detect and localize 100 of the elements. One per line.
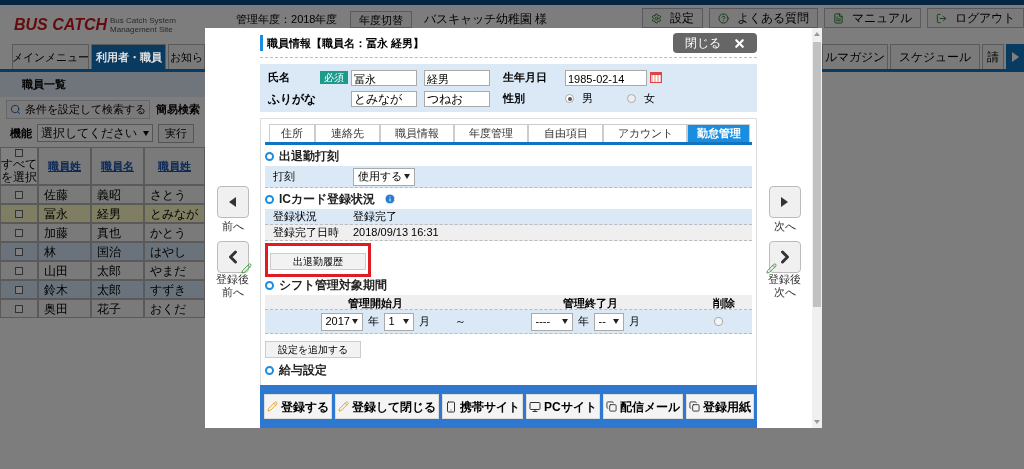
button-caption: 次へ [773,219,796,234]
field-value: 登録完了 [353,209,397,225]
field-label: 性別 [503,91,526,107]
month-select[interactable]: 1 [383,312,414,331]
tab[interactable]: 勤怠管理 [687,124,750,142]
stamp-select[interactable]: 使用する [353,167,415,186]
radio-label: 男 [582,91,593,107]
year-select[interactable]: ---- [530,312,573,331]
table-cell: 林 [38,242,91,261]
radio-button[interactable] [627,94,636,103]
dropdown-arrow-icon [561,319,568,324]
nav-tab[interactable]: メインメニュー [12,44,90,69]
function-label: 機能 [10,125,32,141]
next-button[interactable] [768,186,801,218]
footer-button[interactable]: 登録して閉じる [335,394,439,419]
close-icon [732,36,746,50]
checkbox[interactable] [15,247,23,256]
tab[interactable]: 住所 [269,124,315,142]
logo-subtitle: Bus Catch System Management Site [110,16,176,34]
table-cell: 奥田 [38,299,91,318]
header-button[interactable]: ログアウト [927,8,1024,28]
tab[interactable]: 連絡先 [315,124,380,142]
add-setting-button[interactable]: 設定を追加する [265,341,361,358]
organization-name: バスキャッチ幼稚園 様 [423,11,547,28]
logout-icon [936,12,947,24]
scrollbar-thumb[interactable] [813,42,821,307]
dropdown-arrow-icon [143,130,149,136]
table-cell: 加藤 [38,223,91,242]
phone-icon [445,400,457,413]
header-button[interactable]: よくある質問 [709,8,818,28]
footer-button[interactable]: 携帯サイト [442,394,523,419]
required-badge: 必須 [320,71,348,84]
footer-button[interactable]: 配信メール [602,394,683,419]
field-label: 氏名 [268,70,291,86]
function-select[interactable]: 選択してください [37,124,153,142]
checkbox[interactable] [15,228,23,237]
footer-button[interactable]: 登録用紙 [685,394,754,419]
section-title: ICカード登録状況 [279,191,375,208]
checkbox[interactable] [15,209,23,218]
input-field[interactable]: とみなが [351,90,417,107]
tab[interactable]: アカウント [603,124,687,142]
table-cell: 佐藤 [38,185,91,204]
quick-search-label: 簡易検索 [156,101,200,117]
section-title: シフト管理対象期間 [279,277,387,294]
footer-button[interactable]: PCサイト [526,394,600,419]
search-icon [10,103,21,115]
input-field[interactable]: つねお [424,90,490,107]
month-select[interactable]: -- [593,312,624,331]
pencil-icon [267,401,278,412]
nav-tab[interactable]: 請 [982,44,1004,69]
header-button[interactable]: マニュアル [824,8,921,28]
column-header: 管理開始月 [346,296,404,311]
close-button[interactable]: 閉じる [673,33,757,53]
footer-button[interactable]: 登録する [264,394,332,419]
table-cell: 経男 [91,204,144,223]
input-field[interactable]: 冨永 [351,69,417,86]
pencil-icon [240,262,252,274]
nav-tab[interactable]: 利用者・職員 [91,44,167,69]
dropdown-arrow-icon [402,319,409,324]
save-next-button[interactable] [768,240,801,273]
table-cell: 冨永 [38,204,91,223]
input-field[interactable]: 経男 [424,69,490,86]
table-cell: 鈴木 [38,280,91,299]
year-switch-button[interactable]: 年度切替 [349,10,412,28]
run-button[interactable]: 実行 [158,123,194,143]
tab[interactable]: 年度管理 [454,124,528,142]
nav-tab[interactable]: スケジュール [890,44,980,69]
checkbox[interactable] [15,266,23,275]
delete-checkbox[interactable] [714,317,723,326]
tab[interactable]: 自由項目 [528,124,603,142]
nav-tab[interactable]: お知ら [168,44,205,69]
previous-button[interactable] [216,186,249,218]
checkbox[interactable] [15,285,23,294]
checkbox[interactable] [15,304,23,313]
scroll-right-button[interactable] [1006,44,1024,69]
radio-button[interactable] [565,94,574,103]
calendar-icon[interactable] [650,72,662,83]
field-label: 登録状況 [273,209,318,225]
table-cell: 国治 [91,242,144,261]
checkbox[interactable] [15,190,23,199]
triangle-icon [781,197,788,207]
header-button[interactable]: 設定 [642,8,703,28]
pencil-icon [765,262,777,274]
save-previous-button[interactable] [216,240,249,273]
table-cell: はやし [144,242,205,261]
unit-label: 月 [418,314,430,330]
date-field[interactable]: 1985-02-14 [565,69,647,86]
year-select[interactable]: 2017 [320,312,363,331]
nav-tab[interactable]: ルマガジン [822,44,888,69]
dropdown-arrow-icon [612,319,619,324]
dropdown-arrow-icon [404,174,410,179]
checkbox[interactable] [15,148,23,157]
ring-icon [265,194,274,204]
info-icon [384,193,396,205]
table-cell: とみなが [144,204,205,223]
copy-icon [688,401,700,412]
search-button[interactable]: 条件を設定して検索する [6,99,150,119]
field-label: 打刻 [273,169,296,185]
tab[interactable]: 職員情報 [380,124,454,142]
attendance-history-button[interactable]: 出退勤履歴 [270,253,366,270]
